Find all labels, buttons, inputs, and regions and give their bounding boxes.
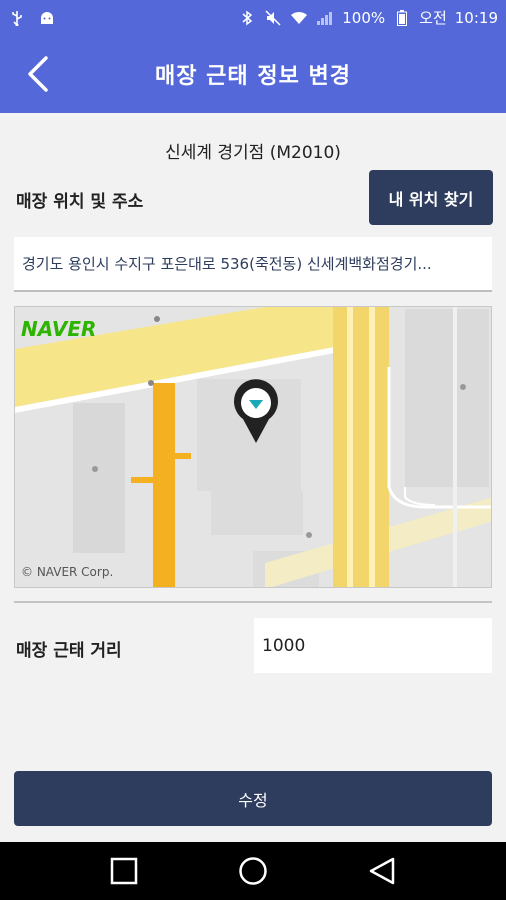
status-left-icons — [8, 10, 56, 26]
battery-icon — [393, 9, 411, 26]
signal-icon — [316, 10, 334, 26]
find-my-location-button[interactable]: 내 위치 찾기 — [369, 170, 493, 225]
status-ampm: 오전 — [419, 9, 447, 27]
square-icon — [111, 857, 138, 885]
triangle-back-icon — [369, 857, 394, 885]
circle-icon — [239, 857, 267, 885]
distance-value: 1000 — [262, 635, 306, 656]
status-time: 10:19 — [454, 8, 498, 27]
section-divider — [14, 601, 492, 603]
usb-icon — [8, 10, 26, 26]
status-bar: 100% 오전 10:19 — [0, 0, 506, 35]
distance-input[interactable]: 1000 — [254, 618, 492, 673]
map-view[interactable]: NAVER © NAVER Corp. — [14, 306, 492, 588]
system-back-button[interactable] — [357, 846, 407, 896]
app-bar: 매장 근태 정보 변경 — [0, 35, 506, 113]
bluetooth-icon — [238, 10, 256, 26]
home-button[interactable] — [228, 846, 278, 896]
system-nav-bar — [0, 842, 506, 900]
back-arrow-icon — [28, 56, 48, 92]
status-right-icons: 100% 오전 10:19 — [238, 7, 498, 28]
address-text: 경기도 용인시 수지구 포은대로 536(죽전동) 신세계백화점경기... — [22, 255, 432, 273]
page-title: 매장 근태 정보 변경 — [155, 64, 351, 89]
map-graphic — [15, 307, 491, 587]
store-name: 신세계 경기점 (M2010) — [165, 143, 341, 163]
map-copyright: © NAVER Corp. — [21, 565, 114, 579]
address-field[interactable]: 경기도 용인시 수지구 포은대로 536(죽전동) 신세계백화점경기... — [14, 237, 492, 292]
recent-apps-button[interactable] — [99, 846, 149, 896]
submit-button[interactable]: 수정 — [14, 771, 492, 826]
back-button[interactable] — [18, 51, 58, 97]
distance-label: 매장 근태 거리 — [16, 641, 122, 661]
battery-percent: 100% — [342, 8, 386, 27]
naver-logo: NAVER — [21, 317, 97, 341]
android-debug-icon — [38, 10, 56, 26]
location-label: 매장 위치 및 주소 — [16, 192, 144, 212]
wifi-icon — [290, 10, 308, 26]
mute-icon — [264, 9, 282, 26]
